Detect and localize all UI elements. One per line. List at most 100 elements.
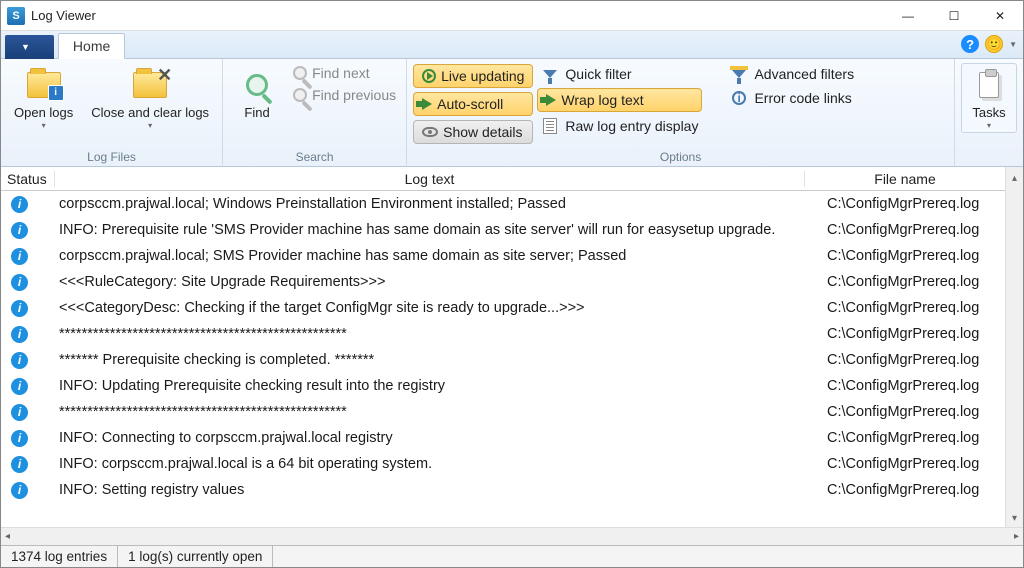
log-row[interactable]: ****************************************…	[1, 321, 1023, 347]
show-details-label: Show details	[443, 124, 522, 140]
info-icon	[11, 274, 28, 291]
window-controls: — ☐ ✕	[885, 1, 1023, 31]
log-row[interactable]: <<<CategoryDesc: Checking if the target …	[1, 295, 1023, 321]
log-text-cell: INFO: Updating Prerequisite checking res…	[55, 378, 823, 394]
file-name-cell: C:\ConfigMgrPrereq.log	[823, 404, 1023, 420]
minimize-button[interactable]: —	[885, 1, 931, 31]
status-cell	[1, 326, 55, 343]
funnel-icon	[543, 70, 557, 78]
log-row[interactable]: corpsccm.prajwal.local; Windows Preinsta…	[1, 191, 1023, 217]
file-name-cell: C:\ConfigMgrPrereq.log	[823, 274, 1023, 290]
file-name-cell: C:\ConfigMgrPrereq.log	[823, 326, 1023, 342]
find-previous-button[interactable]: Find previous	[289, 85, 400, 105]
scroll-down-icon[interactable]: ▾	[1006, 509, 1023, 527]
horizontal-scrollbar[interactable]: ◂ ▸	[1, 527, 1023, 545]
file-name-cell: C:\ConfigMgrPrereq.log	[823, 482, 1023, 498]
scroll-right-icon[interactable]: ▸	[1014, 531, 1019, 542]
log-text-cell: ****************************************…	[55, 326, 823, 342]
error-code-links-label: Error code links	[754, 90, 851, 106]
info-icon	[11, 248, 28, 265]
file-name-cell: C:\ConfigMgrPrereq.log	[823, 456, 1023, 472]
log-row[interactable]: INFO: Connecting to corpsccm.prajwal.loc…	[1, 425, 1023, 451]
header-log-text[interactable]: Log text	[55, 171, 805, 187]
scrollbar-header-gutter: ▴	[1005, 167, 1023, 191]
ribbon: Open logs ▾ ✕ Close and clear logs ▾ Log…	[1, 59, 1023, 167]
log-row[interactable]: corpsccm.prajwal.local; SMS Provider mac…	[1, 243, 1023, 269]
info-icon	[11, 196, 28, 213]
close-clear-label: Close and clear logs	[91, 106, 209, 121]
log-text-cell: INFO: Setting registry values	[55, 482, 823, 498]
advanced-filters-button[interactable]: Advanced filters	[726, 63, 858, 85]
window-title: Log Viewer	[31, 8, 885, 23]
close-clear-dropdown-icon: ▾	[148, 121, 152, 130]
find-button[interactable]: Find	[229, 63, 285, 124]
home-tab[interactable]: Home	[58, 33, 125, 59]
log-row[interactable]: INFO: Prerequisite rule 'SMS Provider ma…	[1, 217, 1023, 243]
auto-scroll-toggle[interactable]: Auto-scroll	[413, 92, 533, 116]
feedback-dropdown-icon[interactable]: ▼	[1009, 40, 1017, 49]
log-row[interactable]: INFO: corpsccm.prajwal.local is a 64 bit…	[1, 451, 1023, 477]
vertical-scrollbar[interactable]: ▾	[1005, 191, 1023, 527]
info-icon	[11, 482, 28, 499]
header-status[interactable]: Status	[1, 171, 55, 187]
show-details-toggle[interactable]: Show details	[413, 120, 533, 144]
tasks-dropdown-icon: ▾	[987, 121, 991, 130]
error-code-links-button[interactable]: Error code links	[726, 87, 858, 109]
find-next-label: Find next	[312, 65, 370, 81]
status-cell	[1, 222, 55, 239]
find-label: Find	[244, 106, 269, 121]
log-text-cell: corpsccm.prajwal.local; Windows Preinsta…	[55, 196, 823, 212]
status-cell	[1, 378, 55, 395]
ribbon-tab-row: ▼ Home ? 🙂 ▼	[1, 31, 1023, 59]
status-bar: 1374 log entries 1 log(s) currently open	[1, 545, 1023, 567]
log-row[interactable]: ****************************************…	[1, 399, 1023, 425]
group-tasks-label	[961, 148, 1017, 164]
arrow-right-wrap-icon	[546, 94, 556, 106]
folder-close-icon: ✕	[133, 72, 167, 98]
group-log-files: Open logs ▾ ✕ Close and clear logs ▾ Log…	[1, 59, 223, 166]
log-text-cell: ******* Prerequisite checking is complet…	[55, 352, 823, 368]
feedback-smile-icon[interactable]: 🙂	[985, 35, 1003, 53]
info-icon	[11, 404, 28, 421]
auto-scroll-label: Auto-scroll	[437, 96, 503, 112]
help-icon[interactable]: ?	[961, 35, 979, 53]
status-open-logs: 1 log(s) currently open	[118, 546, 273, 567]
status-cell	[1, 352, 55, 369]
log-text-cell: corpsccm.prajwal.local; SMS Provider mac…	[55, 248, 823, 264]
group-options: Live updating Auto-scroll Show details Q…	[407, 59, 955, 166]
eye-icon	[422, 127, 438, 137]
find-previous-label: Find previous	[312, 87, 396, 103]
file-name-cell: C:\ConfigMgrPrereq.log	[823, 378, 1023, 394]
log-text-cell: INFO: corpsccm.prajwal.local is a 64 bit…	[55, 456, 823, 472]
header-file-name[interactable]: File name	[805, 171, 1005, 187]
log-text-cell: ****************************************…	[55, 404, 823, 420]
close-clear-logs-button[interactable]: ✕ Close and clear logs ▾	[84, 63, 216, 133]
maximize-button[interactable]: ☐	[931, 1, 977, 31]
scroll-left-icon[interactable]: ◂	[5, 531, 10, 542]
wrap-log-text-toggle[interactable]: Wrap log text	[537, 88, 702, 112]
file-tab[interactable]: ▼	[5, 35, 54, 59]
find-next-button[interactable]: Find next	[289, 63, 400, 83]
status-cell	[1, 430, 55, 447]
scroll-up-icon[interactable]	[1006, 191, 1023, 209]
info-icon	[11, 222, 28, 239]
log-row[interactable]: INFO: Updating Prerequisite checking res…	[1, 373, 1023, 399]
quick-filter-button[interactable]: Quick filter	[537, 63, 702, 85]
live-updating-toggle[interactable]: Live updating	[413, 64, 533, 88]
title-bar: S Log Viewer — ☐ ✕	[1, 1, 1023, 31]
open-logs-button[interactable]: Open logs ▾	[7, 63, 80, 133]
log-text-cell: <<<RuleCategory: Site Upgrade Requiremen…	[55, 274, 823, 290]
raw-log-button[interactable]: Raw log entry display	[537, 115, 702, 137]
tasks-button[interactable]: Tasks ▾	[961, 63, 1017, 133]
magnifier-next-icon	[293, 66, 307, 80]
log-row[interactable]: ******* Prerequisite checking is complet…	[1, 347, 1023, 373]
arrow-right-icon	[422, 98, 432, 110]
log-row[interactable]: INFO: Setting registry valuesC:\ConfigMg…	[1, 477, 1023, 503]
status-cell	[1, 248, 55, 265]
close-button[interactable]: ✕	[977, 1, 1023, 31]
open-logs-label: Open logs	[14, 106, 73, 121]
play-icon	[422, 69, 436, 83]
info-icon	[11, 300, 28, 317]
log-row[interactable]: <<<RuleCategory: Site Upgrade Requiremen…	[1, 269, 1023, 295]
status-cell	[1, 482, 55, 499]
